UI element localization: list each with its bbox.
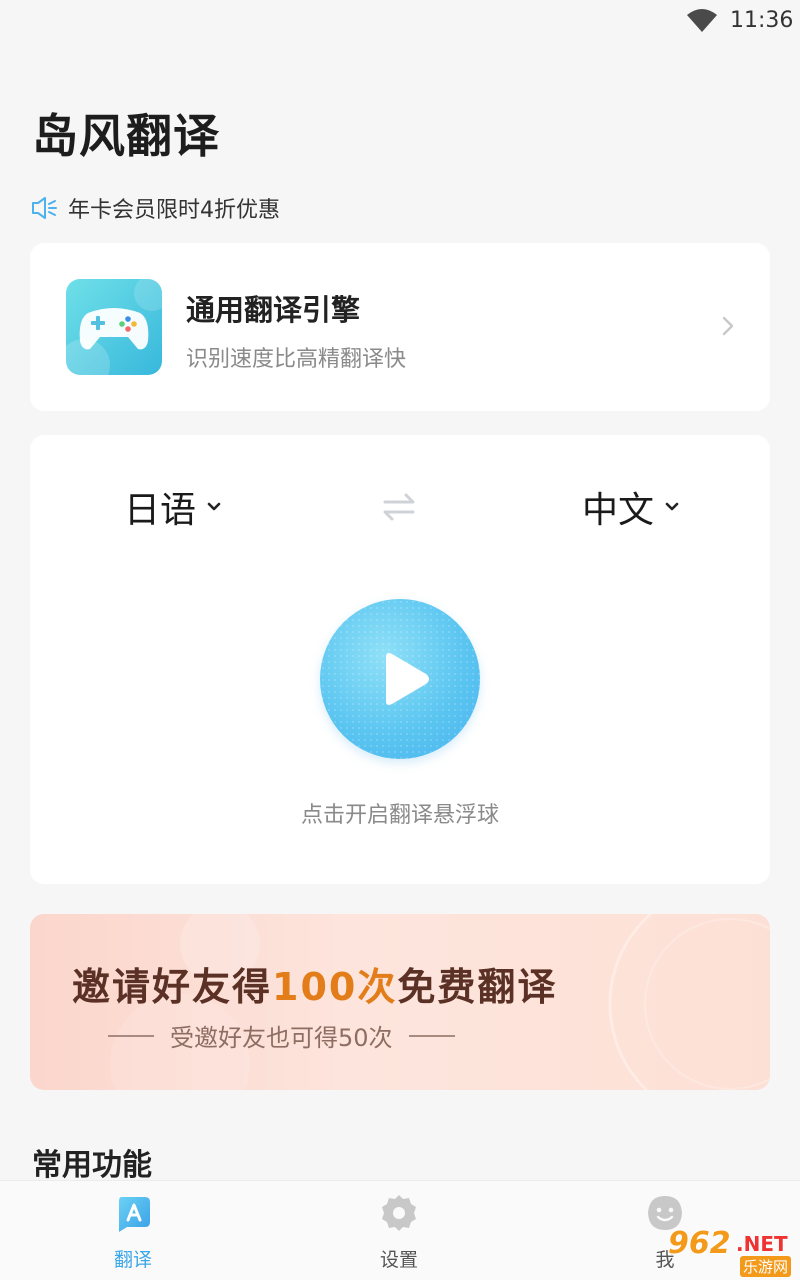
status-bar: 11:36 — [0, 0, 800, 44]
status-time: 11:36 — [730, 8, 794, 33]
invite-banner[interactable]: 邀请好友得100次免费翻译 受邀好友也可得50次 — [30, 914, 770, 1090]
swap-arrows-icon[interactable] — [380, 488, 418, 526]
engine-card[interactable]: 通用翻译引擎 识别速度比高精翻译快 — [30, 243, 770, 411]
invite-subtitle: 受邀好友也可得50次 — [170, 1024, 393, 1052]
tab-translate[interactable]: 翻译 — [53, 1181, 213, 1280]
float-ball-button[interactable] — [320, 599, 480, 759]
promo-text: 年卡会员限时4折优惠 — [68, 198, 280, 223]
gear-icon — [382, 1195, 416, 1231]
divider — [408, 1034, 455, 1037]
source-language-label: 日语 — [124, 490, 197, 531]
source-language-select[interactable]: 日语 — [124, 485, 222, 531]
translate-tab-icon — [119, 1197, 150, 1232]
engine-description: 识别速度比高精翻译快 — [186, 347, 407, 372]
invite-title-prefix: 邀请好友得 — [72, 965, 273, 1009]
invite-title-highlight: 100次 — [272, 965, 398, 1009]
play-icon — [386, 653, 429, 705]
float-ball-caption: 点击开启翻译悬浮球 — [300, 803, 499, 828]
watermark: 962 .NET 乐游网 — [664, 1226, 798, 1278]
gamepad-icon — [66, 279, 162, 375]
section-title: 常用功能 — [32, 1148, 152, 1183]
tab-settings[interactable]: 设置 — [319, 1181, 479, 1280]
chevron-right-icon[interactable] — [720, 315, 736, 337]
chevron-down-icon — [207, 502, 221, 511]
engine-name: 通用翻译引擎 — [186, 293, 361, 327]
chevron-down-icon — [665, 502, 679, 511]
wifi-icon — [687, 9, 717, 32]
target-language-select[interactable]: 中文 — [582, 485, 680, 531]
invite-subtitle-row: 受邀好友也可得50次 — [92, 1018, 471, 1053]
speaker-icon — [32, 197, 57, 219]
watermark-suffix: .NET — [736, 1232, 788, 1256]
invite-title: 邀请好友得100次免费翻译 — [72, 956, 557, 1011]
watermark-caption: 乐游网 — [740, 1256, 792, 1277]
tab-label: 翻译 — [113, 1249, 152, 1271]
app-title: 岛风翻译 — [32, 109, 220, 163]
tab-label: 设置 — [379, 1249, 418, 1271]
divider — [108, 1034, 154, 1037]
watermark-number: 962 — [668, 1226, 731, 1261]
target-language-label: 中文 — [582, 490, 655, 531]
promo-notice[interactable]: 年卡会员限时4折优惠 — [30, 192, 280, 224]
invite-title-suffix: 免费翻译 — [397, 965, 558, 1009]
translator-card: 日语 中文 点击开启翻译悬浮球 — [30, 435, 770, 884]
